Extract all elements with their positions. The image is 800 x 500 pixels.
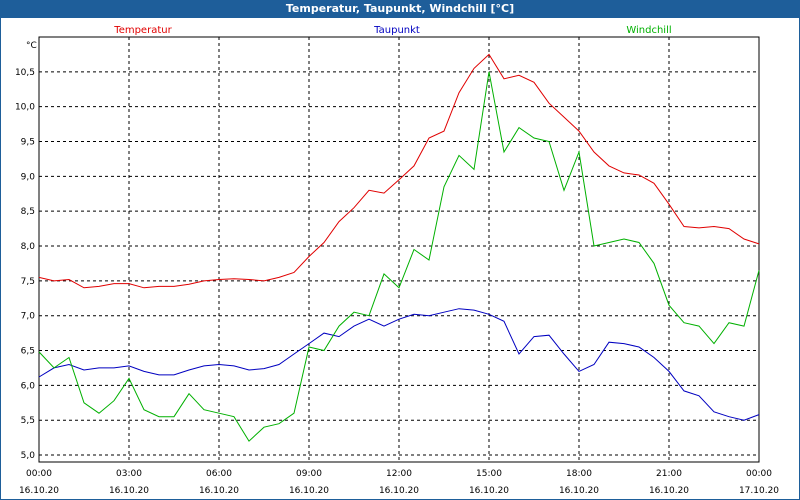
x-tick-date: 16.10.20: [559, 486, 599, 496]
x-tick-time: 06:00: [206, 469, 232, 479]
legend-temperatur: Temperatur: [113, 25, 172, 36]
y-tick-label: 8,0: [21, 242, 36, 252]
y-tick-label: 9,5: [21, 138, 35, 148]
y-tick-label: 7,5: [21, 277, 35, 287]
y-tick-label: 6,0: [21, 381, 36, 391]
x-tick-time: 21:00: [656, 469, 682, 479]
legend: Temperatur Taupunkt Windchill: [113, 25, 671, 36]
legend-windchill: Windchill: [626, 25, 671, 36]
x-tick-time: 03:00: [116, 469, 142, 479]
y-tick-label: 7,0: [21, 312, 36, 322]
y-ticks: 5,0 5,5 6,0 6,5 7,0 7,5 8,0 8,5 9,0 9,5 10,0 10,5: [15, 68, 35, 461]
x-tick-time: 18:00: [566, 469, 592, 479]
x-tick-date: 16.10.20: [289, 486, 329, 496]
x-tick-date: 16.10.20: [469, 486, 509, 496]
x-tick-date: 16.10.20: [19, 486, 59, 496]
x-tick-time: 15:00: [476, 469, 502, 479]
y-tick-label: 8,5: [21, 207, 35, 217]
x-tick-date: 16.10.20: [109, 486, 149, 496]
x-tick-time: 00:00: [26, 469, 52, 479]
y-tick-label: 10,0: [15, 103, 35, 113]
x-tick-date: 16.10.20: [379, 486, 419, 496]
y-tick-label: 10,5: [15, 68, 35, 78]
legend-taupunkt: Taupunkt: [373, 25, 420, 36]
y-tick-label: 9,0: [21, 172, 36, 182]
x-tick-date: 17.10.20: [739, 486, 779, 496]
y-tick-label: 5,0: [21, 451, 36, 461]
y-axis-unit: °C: [26, 41, 37, 51]
x-tick-time: 12:00: [386, 469, 412, 479]
x-ticks: 00:00 16.10.20 03:00 16.10.20 06:00 16.10.20 0…: [19, 469, 779, 496]
x-tick-time: 00:00: [746, 469, 772, 479]
y-tick-label: 5,5: [21, 416, 35, 426]
x-tick-date: 16.10.20: [649, 486, 689, 496]
x-tick-time: 09:00: [296, 469, 322, 479]
y-tick-label: 6,5: [21, 347, 35, 357]
chart-canvas: °C 5,0 5,5 6,0 6,5 7,0 7,5 8,0 8,5 9,0 9,5 10,0 10,…: [15, 25, 779, 496]
x-tick-date: 16.10.20: [199, 486, 239, 496]
